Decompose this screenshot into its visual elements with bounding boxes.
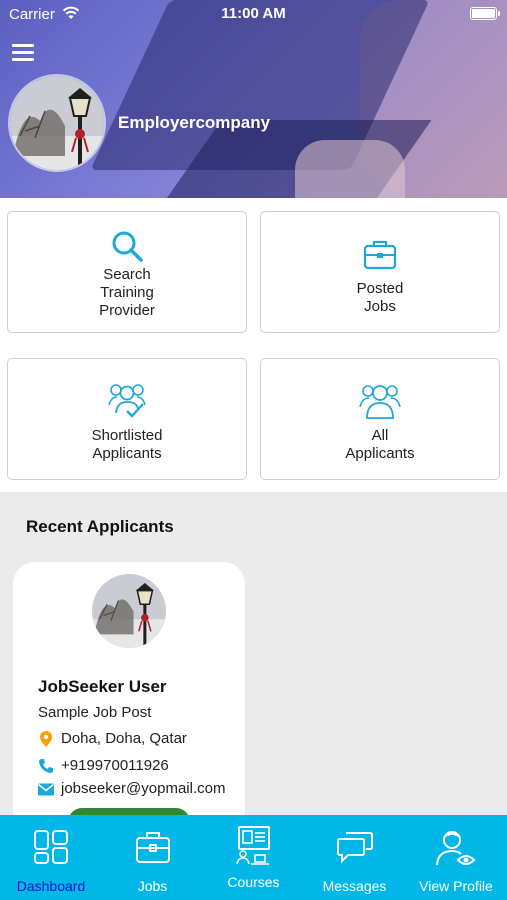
tile-label: Search Training Provider <box>99 266 155 319</box>
posted-jobs-tile[interactable]: Posted Jobs <box>260 211 500 333</box>
recent-applicants-section: Recent Applicants JobSeeker User Sample … <box>0 492 507 838</box>
applicant-location-row: Doha, Doha, Qatar <box>37 730 187 748</box>
applicant-phone: +919970011926 <box>61 757 169 774</box>
tab-label: Dashboard <box>16 878 86 894</box>
status-bar: Carrier 11:00 AM <box>0 0 507 28</box>
hamburger-menu-icon[interactable] <box>12 44 34 61</box>
location-pin-icon <box>40 731 52 748</box>
tile-label: Shortlisted Applicants <box>91 427 163 462</box>
tile-label: All Applicants <box>345 427 415 462</box>
tab-courses[interactable]: Courses <box>203 815 304 900</box>
tab-label: View Profile <box>419 878 493 894</box>
header-bg-shape <box>295 140 405 198</box>
tab-view-profile[interactable]: View Profile <box>405 815 507 900</box>
all-applicants-tile[interactable]: All Applicants <box>260 358 500 480</box>
email-icon <box>38 783 54 796</box>
applicant-phone-row: +919970011926 <box>37 757 169 774</box>
section-title: Recent Applicants <box>26 517 174 536</box>
briefcase-icon <box>135 832 170 863</box>
profile-icon <box>436 831 476 866</box>
applicant-card[interactable]: JobSeeker User Sample Job Post Doha, Doh… <box>13 562 245 838</box>
shortlisted-applicants-tile[interactable]: Shortlisted Applicants <box>7 358 247 480</box>
applicant-name: JobSeeker User <box>38 677 167 696</box>
search-icon <box>112 231 143 262</box>
company-avatar[interactable] <box>8 74 106 172</box>
applicant-email: jobseeker@yopmail.com <box>61 780 226 797</box>
profile-header: Carrier 11:00 AM Employercompany <box>0 0 507 198</box>
courses-icon <box>235 826 270 865</box>
tab-dashboard[interactable]: Dashboard <box>0 815 102 900</box>
battery-icon <box>470 7 500 20</box>
dashboard-icon <box>34 830 68 864</box>
messages-icon <box>336 832 373 864</box>
applicant-email-row: jobseeker@yopmail.com <box>37 780 225 797</box>
phone-icon <box>39 759 53 774</box>
applicant-avatar <box>92 574 166 648</box>
briefcase-icon <box>363 240 397 270</box>
tab-messages[interactable]: Messages <box>304 815 405 900</box>
tab-label: Courses <box>227 874 280 890</box>
clock: 11:00 AM <box>221 5 286 22</box>
applicant-job-title: Sample Job Post <box>38 704 152 721</box>
tab-label: Jobs <box>137 878 168 894</box>
users-icon <box>359 385 401 419</box>
tab-label: Messages <box>322 878 387 894</box>
shortlisted-users-icon <box>108 384 146 418</box>
search-training-provider-tile[interactable]: Search Training Provider <box>7 211 247 333</box>
tile-label: Posted Jobs <box>356 280 404 315</box>
applicant-location: Doha, Doha, Qatar <box>61 730 187 747</box>
company-name: Employercompany <box>118 113 271 132</box>
bottom-tab-bar: Dashboard Jobs Courses Messages View Pro… <box>0 815 507 900</box>
tab-jobs[interactable]: Jobs <box>102 815 203 900</box>
